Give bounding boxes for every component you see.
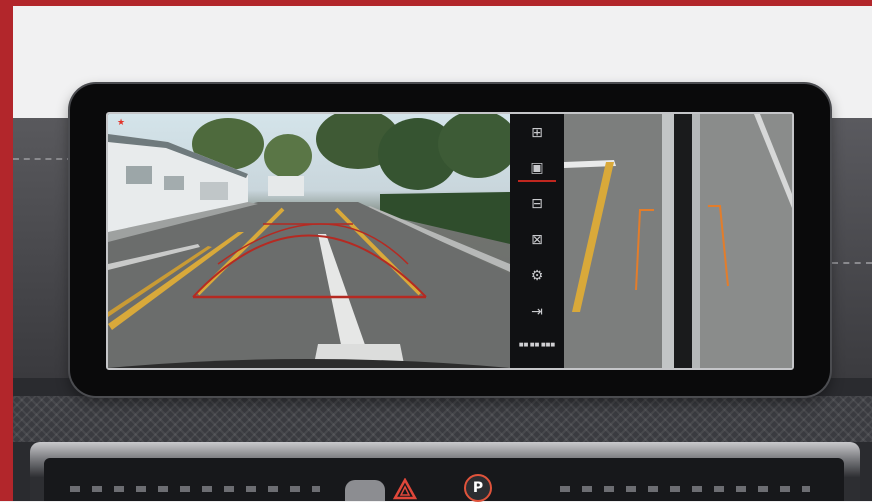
dashboard-right-panel [825,118,872,378]
car-side-icon[interactable]: ⊠ [525,228,549,252]
left-vent-slots [70,486,320,492]
right-vent-slots [560,486,810,492]
top-border [0,0,872,6]
recording-indicator-icon: ★ [117,118,126,128]
infotainment-screen: ★ ⊞ ▣ ⊟ ⊠ ⚙ ⇥ ■■ ■■ ■■■ [106,112,794,370]
settings-icon[interactable]: ⚙ [525,264,549,288]
camera-scene [108,114,510,368]
left-stitching [13,158,73,160]
sidebar-caption: ■■ ■■ ■■■ [518,342,556,348]
parking-assist-button[interactable]: P [464,474,492,502]
control-knob[interactable] [345,480,385,501]
rear-camera-view: ★ [108,114,510,368]
exit-icon[interactable]: ⇥ [525,300,549,324]
active-tab-indicator [518,180,556,182]
left-border [0,0,13,501]
center-console-panel [44,458,844,501]
bird-eye-view [564,114,792,368]
front-car-icon[interactable]: ⊟ [525,192,549,216]
hazard-button-icon[interactable] [393,478,417,500]
dashboard-mesh-trim [13,396,872,442]
bird-eye-scene [564,114,792,368]
split-view-icon[interactable]: ▣ [525,156,549,180]
camera-mode-sidebar: ⊞ ▣ ⊟ ⊠ ⚙ ⇥ ■■ ■■ ■■■ [510,114,564,368]
top-view-car-icon[interactable]: ⊞ [525,121,549,145]
right-stitching [832,262,872,264]
